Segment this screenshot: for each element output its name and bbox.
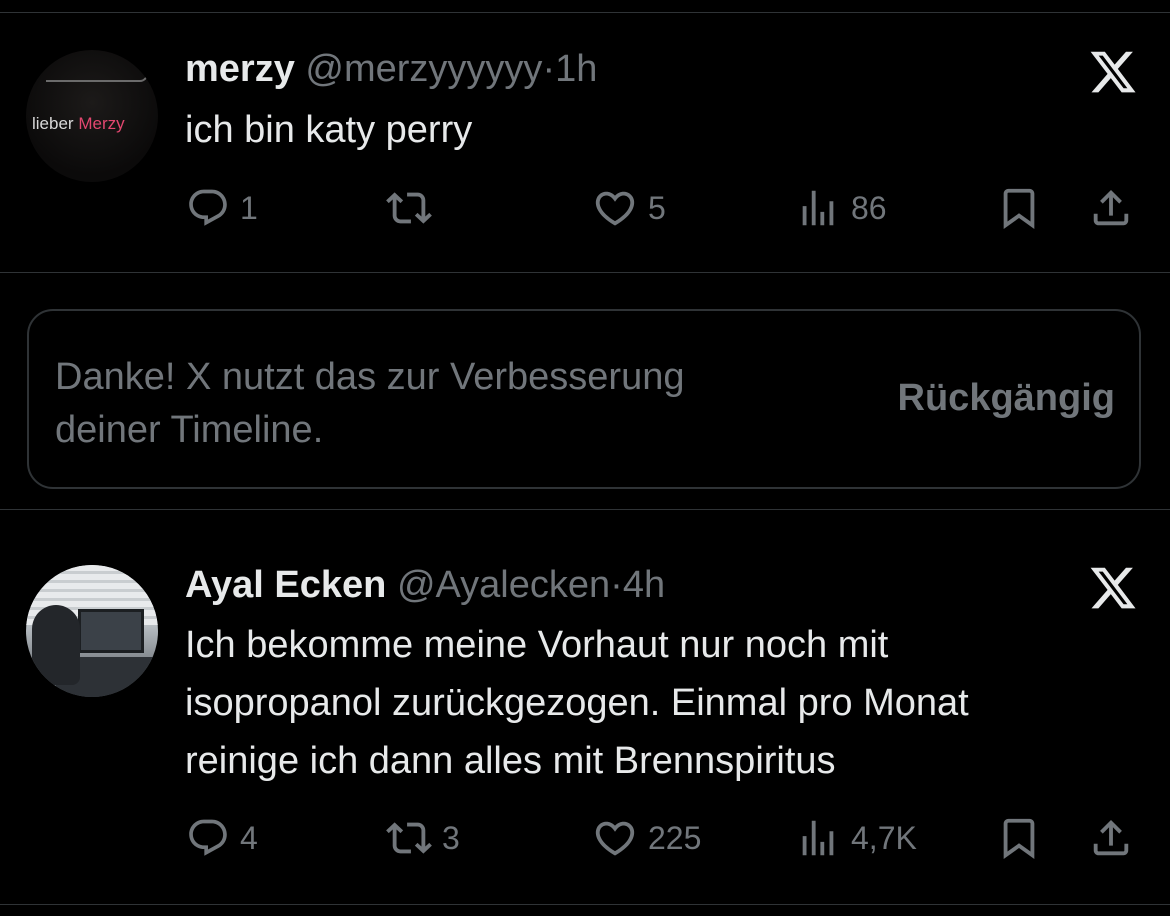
bottom-divider <box>0 904 1170 905</box>
tweet-time[interactable]: 1h <box>555 48 597 90</box>
heart-icon <box>595 191 635 226</box>
header-separator: · <box>542 48 556 90</box>
avatar-person-shape <box>32 605 80 685</box>
notice-line: deiner Timeline. <box>55 409 324 451</box>
x-logo-icon[interactable] <box>1088 47 1138 97</box>
tweet-text-line: reinige ich dann alles mit Brennspiritus <box>185 740 836 782</box>
tweet-text-line: Ich bekomme meine Vorhaut nur noch mit <box>185 624 889 666</box>
views-count: 4,7K <box>851 819 917 856</box>
action-bar: 4 3 225 4,7K <box>0 813 1170 863</box>
views-button[interactable]: 86 <box>795 183 887 233</box>
tweet-time[interactable]: 4h <box>623 564 665 606</box>
avatar-caption-word-2: Merzy <box>78 114 125 133</box>
share-icon <box>1093 819 1129 856</box>
feedback-notice: Danke! X nutzt das zur Verbesserung dein… <box>27 309 1141 489</box>
repost-count: 3 <box>442 819 460 856</box>
avatar-caption-word-1: lieber <box>32 114 74 133</box>
repost-button[interactable]: 3 <box>386 813 460 863</box>
like-count: 225 <box>648 819 702 856</box>
repost-button[interactable] <box>386 183 442 233</box>
avatar-ayalecken[interactable] <box>26 565 158 697</box>
views-icon <box>802 820 834 856</box>
like-count: 5 <box>648 189 666 226</box>
author-handle[interactable]: @Ayalecken <box>397 564 610 606</box>
reply-count: 4 <box>240 819 258 856</box>
avatar-caption: lieber Merzy <box>32 114 125 134</box>
tweet-1[interactable]: lieber Merzy merzy @merzyyyyyy·1h ich bi… <box>0 0 1170 272</box>
reply-count: 1 <box>240 189 258 226</box>
like-button[interactable]: 225 <box>592 813 701 863</box>
author-name[interactable]: Ayal Ecken <box>185 564 386 606</box>
avatar-laptop-shape <box>46 58 148 82</box>
tweet-2[interactable]: Ayal Ecken @Ayalecken·4h Ich bekomme mei… <box>0 509 1170 904</box>
heart-icon <box>595 821 635 856</box>
repost-icon <box>386 822 432 854</box>
reply-icon <box>189 189 227 226</box>
tweet-text-line: ich bin katy perry <box>185 109 473 151</box>
avatar-merzy[interactable]: lieber Merzy <box>26 50 158 182</box>
bookmark-icon <box>1003 818 1035 859</box>
views-count: 86 <box>851 189 887 226</box>
reply-button[interactable]: 4 <box>186 813 258 863</box>
x-logo-icon[interactable] <box>1088 563 1138 613</box>
tweet-text: ich bin katy perry <box>185 101 472 159</box>
undo-button[interactable]: Rückgängig <box>898 377 1115 420</box>
share-button[interactable] <box>1088 813 1134 863</box>
tweet-text-line: isopropanol zurückgezogen. Einmal pro Mo… <box>185 682 969 724</box>
tweet-text: Ich bekomme meine Vorhaut nur noch mit i… <box>185 616 969 790</box>
notice-message: Danke! X nutzt das zur Verbesserung dein… <box>55 351 815 457</box>
reply-button[interactable]: 1 <box>186 183 258 233</box>
author-handle[interactable]: @merzyyyyyy <box>305 48 542 90</box>
action-bar: 1 5 86 <box>0 183 1170 233</box>
notice-line: Danke! X nutzt das zur Verbesserung <box>55 356 685 398</box>
tweet-divider <box>0 272 1170 273</box>
header-separator: · <box>610 564 623 606</box>
bookmark-button[interactable] <box>996 183 1042 233</box>
views-icon <box>802 190 834 226</box>
like-button[interactable]: 5 <box>592 183 666 233</box>
views-button[interactable]: 4,7K <box>795 813 917 863</box>
share-button[interactable] <box>1088 183 1134 233</box>
share-icon <box>1093 189 1129 226</box>
bookmark-button[interactable] <box>996 813 1042 863</box>
repost-icon <box>386 192 432 224</box>
avatar-monitor-shape <box>78 609 144 653</box>
tweet-header: merzy @merzyyyyyy·1h <box>185 47 597 91</box>
reply-icon <box>189 819 227 856</box>
bookmark-icon <box>1003 188 1035 229</box>
author-name[interactable]: merzy <box>185 48 295 90</box>
tweet-header: Ayal Ecken @Ayalecken·4h <box>185 563 665 607</box>
